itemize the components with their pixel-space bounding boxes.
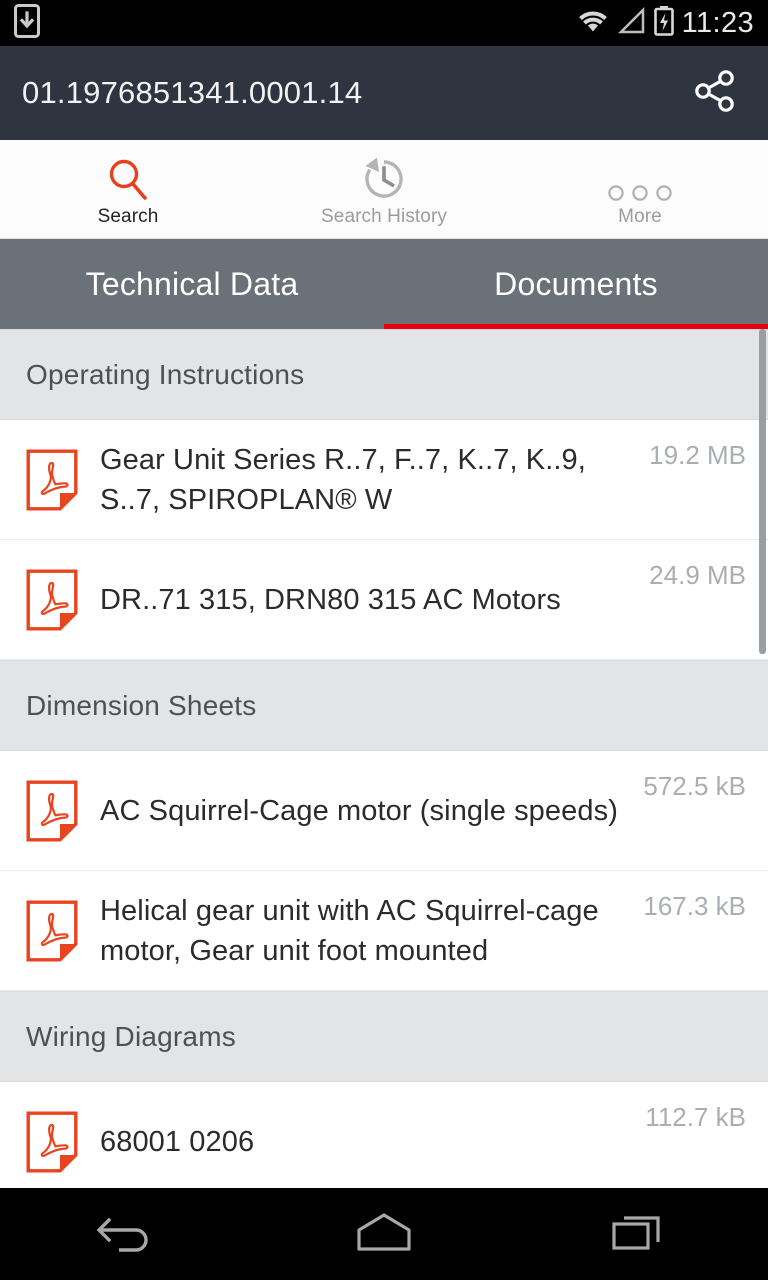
toolbar-label-more: More bbox=[618, 206, 662, 227]
status-bar-right: 11:23 bbox=[576, 5, 754, 41]
pdf-icon bbox=[26, 569, 100, 631]
scrollbar-thumb[interactable] bbox=[759, 329, 766, 654]
document-size: 572.5 kB bbox=[643, 771, 746, 801]
page-title: 01.1976851341.0001.14 bbox=[22, 75, 363, 110]
share-icon bbox=[692, 68, 738, 119]
tab-bar: Technical Data Documents bbox=[0, 239, 768, 329]
section-header: Wiring Diagrams bbox=[0, 991, 768, 1082]
tab-technical-data[interactable]: Technical Data bbox=[0, 239, 384, 329]
document-list[interactable]: Operating Instructions Gear Unit Series … bbox=[0, 329, 768, 1218]
status-bar: 11:23 bbox=[0, 0, 768, 46]
document-row[interactable]: DR..71 315, DRN80 315 AC Motors 24.9 MB bbox=[0, 540, 768, 660]
document-size: 24.9 MB bbox=[649, 560, 746, 590]
document-size: 112.7 kB bbox=[645, 1102, 746, 1132]
wifi-icon bbox=[576, 7, 610, 40]
back-icon bbox=[95, 1210, 161, 1259]
document-row[interactable]: 68001 0206 112.7 kB bbox=[0, 1082, 768, 1202]
more-dots-icon bbox=[605, 156, 675, 204]
action-toolbar: Search Search History More bbox=[0, 140, 768, 239]
share-button[interactable] bbox=[684, 62, 746, 124]
toolbar-item-search[interactable]: Search bbox=[0, 140, 256, 238]
app-bar: 01.1976851341.0001.14 bbox=[0, 46, 768, 140]
toolbar-label-search: Search bbox=[97, 206, 159, 227]
status-bar-left bbox=[14, 3, 40, 43]
history-icon bbox=[359, 156, 409, 204]
pdf-icon bbox=[26, 1111, 100, 1173]
section-header: Operating Instructions bbox=[0, 329, 768, 420]
app-screen: 11:23 01.1976851341.0001.14 Search Searc… bbox=[0, 0, 768, 1280]
tab-label-documents: Documents bbox=[494, 265, 658, 302]
system-nav-bar bbox=[0, 1188, 768, 1280]
toolbar-item-search-history[interactable]: Search History bbox=[256, 140, 512, 238]
pdf-icon bbox=[26, 900, 100, 962]
tab-label-technical-data: Technical Data bbox=[85, 265, 299, 302]
section-title: Operating Instructions bbox=[26, 358, 305, 390]
document-row[interactable]: Gear Unit Series R..7, F..7, K..7, K..9,… bbox=[0, 420, 768, 540]
document-name: Helical gear unit with AC Squirrel-cage … bbox=[100, 894, 599, 967]
search-icon bbox=[104, 156, 152, 204]
tab-documents[interactable]: Documents bbox=[384, 239, 768, 329]
app-bar-actions bbox=[684, 62, 746, 124]
section-title: Dimension Sheets bbox=[26, 689, 257, 721]
toolbar-label-search-history: Search History bbox=[321, 206, 447, 227]
document-name: DR..71 315, DRN80 315 AC Motors bbox=[100, 583, 561, 616]
nav-home-button[interactable] bbox=[256, 1211, 512, 1258]
document-size: 19.2 MB bbox=[649, 440, 746, 470]
nav-back-button[interactable] bbox=[0, 1210, 256, 1259]
download-indicator-icon bbox=[14, 3, 40, 43]
pdf-icon bbox=[26, 780, 100, 842]
section-title: Wiring Diagrams bbox=[26, 1020, 236, 1052]
document-name: AC Squirrel-Cage motor (single speeds) bbox=[100, 794, 618, 827]
document-name: Gear Unit Series R..7, F..7, K..7, K..9,… bbox=[100, 443, 586, 516]
document-row[interactable]: Helical gear unit with AC Squirrel-cage … bbox=[0, 871, 768, 991]
home-icon bbox=[354, 1211, 414, 1258]
battery-charging-icon bbox=[653, 5, 674, 41]
document-row[interactable]: AC Squirrel-Cage motor (single speeds) 5… bbox=[0, 751, 768, 871]
document-name: 68001 0206 bbox=[100, 1125, 255, 1158]
section-header: Dimension Sheets bbox=[0, 660, 768, 751]
recent-apps-icon bbox=[611, 1210, 669, 1259]
toolbar-item-more[interactable]: More bbox=[512, 140, 768, 238]
pdf-icon bbox=[26, 449, 100, 511]
nav-recents-button[interactable] bbox=[512, 1210, 768, 1259]
cellular-signal-icon bbox=[617, 6, 646, 40]
document-size: 167.3 kB bbox=[643, 891, 746, 921]
status-bar-clock: 11:23 bbox=[681, 6, 754, 39]
